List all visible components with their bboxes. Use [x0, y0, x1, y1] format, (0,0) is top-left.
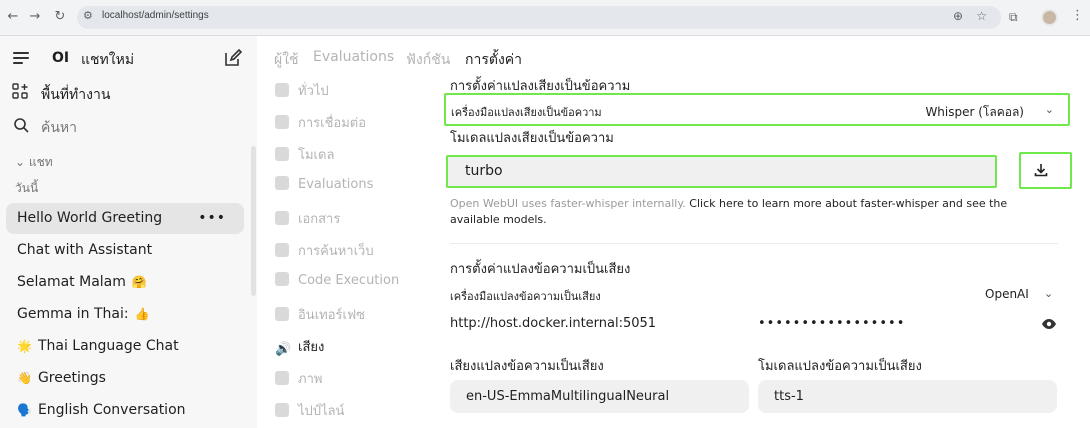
- document-icon: [275, 176, 289, 190]
- image-icon: [275, 371, 289, 385]
- cloud-icon: [275, 115, 289, 129]
- tab-users[interactable]: ผู้ใช้: [274, 49, 299, 71]
- tts-section-heading: การตั้งค่าแปลงข้อความเป็นเสียง: [450, 262, 631, 277]
- settings-menu-general[interactable]: ทั่วไป: [275, 80, 329, 101]
- chat-folder-toggle[interactable]: ⌄ แชท: [15, 153, 53, 172]
- thumbs-up-emoji-icon: 👍: [134, 307, 150, 321]
- eye-icon[interactable]: [1041, 318, 1057, 330]
- monitor-icon: [275, 307, 289, 321]
- workspace-icon: [12, 83, 28, 99]
- chat-list-item[interactable]: Selamat Malam 🤗: [6, 267, 244, 298]
- tts-engine-label: เครื่องมือแปลงข้อความเป็นเสียง: [450, 290, 601, 303]
- terminal-icon: [275, 272, 289, 286]
- group-label-today: วันนี้: [15, 181, 39, 195]
- settings-menu-pipelines[interactable]: ไปป์ไลน์: [275, 400, 344, 421]
- settings-menu-models[interactable]: โมเดล: [275, 144, 334, 165]
- wave-emoji-icon: 👋: [17, 371, 32, 385]
- download-icon: [1034, 164, 1048, 177]
- chat-title: Hello World Greeting: [17, 210, 163, 226]
- chat-list-item[interactable]: Gemma in Thai: 👍: [6, 299, 244, 330]
- tab-settings[interactable]: การตั้งค่า: [465, 49, 522, 71]
- speaking-head-emoji-icon: 🗣️: [17, 403, 32, 417]
- download-model-button[interactable]: [1019, 152, 1072, 189]
- chat-title: Chat with Assistant: [17, 242, 153, 258]
- new-chat-link[interactable]: แชทใหม่: [81, 49, 134, 71]
- tts-voice-label: เสียงแปลงข้อความเป็นเสียง: [450, 359, 604, 374]
- search-input[interactable]: ค้นหา: [41, 117, 77, 139]
- chat-title: Selamat Malam: [17, 274, 126, 290]
- tts-model-input[interactable]: tts-1: [758, 380, 1057, 413]
- settings-menu-connections[interactable]: การเชื่อมต่อ: [275, 112, 366, 133]
- settings-menu-images[interactable]: ภาพ: [275, 368, 322, 389]
- cube-icon: [275, 147, 289, 161]
- reload-icon[interactable]: ↻: [52, 9, 68, 25]
- stt-engine-value: Whisper (โลคอล): [925, 105, 1024, 119]
- globe-icon: [275, 243, 289, 257]
- zoom-icon[interactable]: ⊕: [953, 9, 963, 23]
- address-bar[interactable]: ⚙ localhost/admin/settings ⊕ ☆: [77, 6, 1001, 29]
- settings-menu-code-execution[interactable]: Code Execution: [275, 272, 399, 288]
- profile-avatar[interactable]: [1041, 9, 1058, 26]
- search-icon: [14, 118, 29, 133]
- chevron-down-icon: ⌄: [1044, 103, 1054, 116]
- chevron-down-icon[interactable]: ⌄: [1044, 287, 1053, 300]
- stt-engine-label: เครื่องมือแปลงเสียงเป็นข้อความ: [451, 106, 602, 119]
- stt-model-value: turbo: [465, 163, 503, 179]
- chat-title: Thai Language Chat: [37, 338, 179, 354]
- tts-voice-input[interactable]: en-US-EmmaMultilingualNeural: [450, 380, 749, 413]
- tts-api-key-input[interactable]: •••••••••••••••••: [758, 316, 905, 331]
- chat-list-item[interactable]: 👋 Greetings: [6, 363, 244, 394]
- sidebar-scrollbar[interactable]: [251, 146, 256, 296]
- tab-functions[interactable]: ฟังก์ชัน: [406, 49, 450, 71]
- chat-title: Greetings: [37, 370, 106, 386]
- tts-api-url-input[interactable]: http://host.docker.internal:5051: [450, 316, 656, 331]
- settings-menu-documents[interactable]: เอกสาร: [275, 208, 340, 229]
- app-logo: OI: [52, 50, 70, 66]
- chat-list-item[interactable]: 🌟 Thai Language Chat: [6, 331, 244, 362]
- tts-model-label: โมเดลแปลงข้อความเป็นเสียง: [758, 359, 922, 374]
- help-text: Open WebUI uses faster-whisper internall…: [450, 197, 686, 210]
- speaker-icon: 🔊: [275, 342, 292, 357]
- extensions-icon[interactable]: ⧉: [1009, 10, 1018, 25]
- stt-model-input[interactable]: turbo: [446, 155, 997, 188]
- back-icon[interactable]: ←: [5, 9, 21, 25]
- chat-list-item[interactable]: Chat with Assistant: [6, 235, 244, 266]
- settings-menu-web-search[interactable]: การค้นหาเว็บ: [275, 240, 374, 261]
- sidebar: OI แชทใหม่ พื้นที่ทำงาน ค้นหา ⌄ แชท วันน…: [0, 36, 257, 428]
- settings-menu-interface[interactable]: อินเทอร์เฟซ: [275, 304, 365, 325]
- stt-model-heading: โมเดลแปลงเสียงเป็นข้อความ: [450, 131, 614, 146]
- new-chat-edit-icon[interactable]: [223, 48, 243, 68]
- chat-folder-label: แชท: [28, 155, 53, 169]
- stt-engine-select[interactable]: เครื่องมือแปลงเสียงเป็นข้อความ Whisper (…: [444, 93, 1070, 126]
- chat-list-item[interactable]: 🗣️ English Conversation: [6, 395, 244, 426]
- forward-icon[interactable]: →: [27, 9, 43, 25]
- section-divider: [450, 243, 1058, 244]
- file-icon: [275, 211, 289, 225]
- hug-emoji-icon: 🤗: [131, 275, 147, 289]
- tts-engine-select[interactable]: OpenAI: [985, 287, 1029, 301]
- chat-list-item[interactable]: Hello World Greeting •••: [6, 203, 244, 234]
- tab-evaluations[interactable]: Evaluations: [313, 49, 394, 65]
- browser-menu-icon[interactable]: ⋮: [1071, 8, 1084, 23]
- star-emoji-icon: 🌟: [17, 339, 32, 353]
- browser-toolbar: ← → ↻ ⚙ localhost/admin/settings ⊕ ☆ ⧉ ⋮: [0, 0, 1090, 36]
- workspace-link[interactable]: พื้นที่ทำงาน: [41, 84, 110, 106]
- chat-title: Gemma in Thai:: [17, 306, 129, 322]
- menu-toggle-icon[interactable]: [13, 52, 29, 67]
- bookmark-star-icon[interactable]: ☆: [976, 9, 987, 23]
- pipeline-icon: [275, 403, 289, 417]
- chat-more-icon[interactable]: •••: [198, 203, 226, 234]
- gear-icon: [275, 83, 289, 97]
- settings-menu-audio[interactable]: 🔊 เสียง: [275, 336, 324, 357]
- site-info-icon[interactable]: ⚙: [83, 9, 93, 22]
- chat-title: English Conversation: [37, 402, 186, 418]
- settings-menu-evaluations[interactable]: Evaluations: [275, 176, 373, 192]
- stt-help-text: Open WebUI uses faster-whisper internall…: [450, 196, 1050, 228]
- url-text: localhost/admin/settings: [102, 10, 209, 21]
